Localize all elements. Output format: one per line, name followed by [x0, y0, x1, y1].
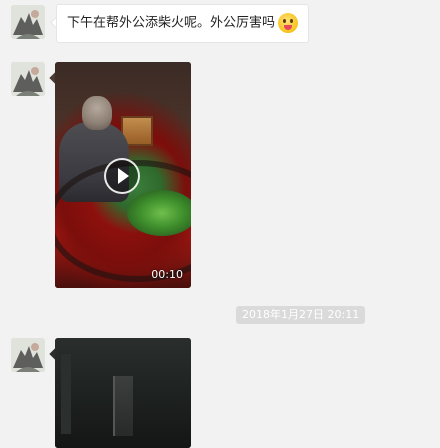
- video-thumbnail-detail: [82, 96, 112, 130]
- tongue-out-emoji-icon: [278, 13, 299, 33]
- video-duration: 00:10: [151, 268, 183, 281]
- message-text: 下午在帮外公添柴火呢。外公厉害吗: [67, 15, 276, 31]
- avatar[interactable]: [11, 62, 45, 96]
- message-bubble[interactable]: 下午在帮外公添柴火呢。外公厉害吗: [56, 4, 310, 43]
- avatar-image: [11, 5, 45, 39]
- video-thumbnail-detail: [113, 376, 133, 436]
- video-message[interactable]: [55, 338, 191, 448]
- avatar-image: [11, 338, 45, 372]
- video-message[interactable]: 00:10: [55, 62, 191, 288]
- chat-timestamp: 2018年1月27日 20:11: [236, 306, 366, 324]
- play-icon[interactable]: [104, 158, 140, 194]
- video-thumbnail-detail: [127, 190, 191, 236]
- video-thumbnail-detail: [61, 354, 71, 434]
- avatar[interactable]: [11, 338, 45, 372]
- avatar[interactable]: [11, 5, 45, 39]
- avatar-image: [11, 62, 45, 96]
